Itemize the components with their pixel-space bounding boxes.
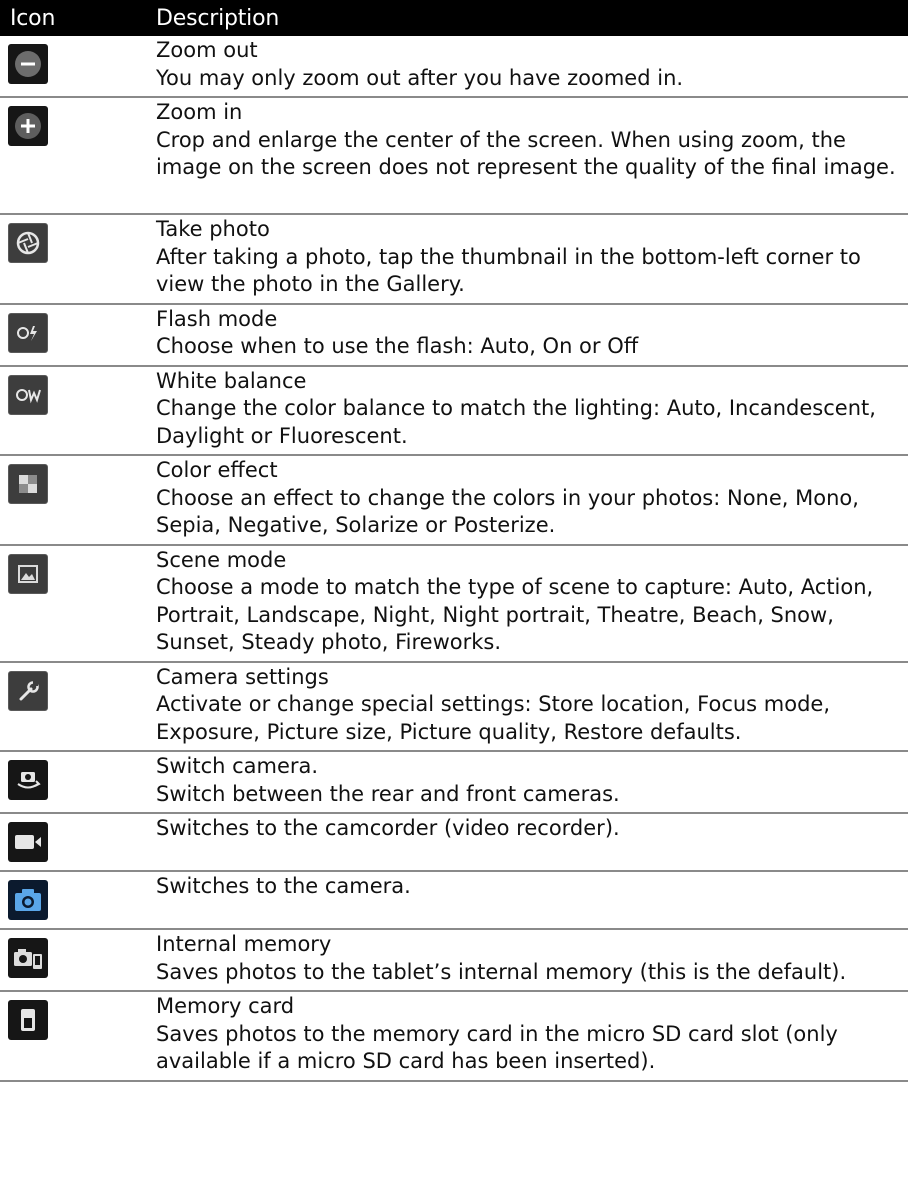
row-title: Color effect <box>156 458 278 482</box>
table-row: Take photo After taking a photo, tap the… <box>0 214 908 305</box>
description-cell: Scene mode Choose a mode to match the ty… <box>150 544 908 663</box>
row-title: Switch camera. <box>156 754 319 778</box>
description-cell: Switches to the camera. <box>150 871 908 930</box>
wrench-icon <box>8 670 48 711</box>
icon-cell <box>0 36 150 98</box>
icon-cell <box>0 365 150 456</box>
description-cell: Switch camera. Switch between the rear a… <box>150 751 908 814</box>
header-icon: Icon <box>0 0 150 36</box>
table-row: Switches to the camera. <box>0 871 908 930</box>
internal-memory-icon <box>8 938 48 978</box>
row-text: Change the color balance to match the li… <box>156 396 876 448</box>
icon-cell <box>0 929 150 992</box>
icon-cell <box>0 303 150 367</box>
icon-cell <box>0 455 150 546</box>
table-row: Color effect Choose an effect to change … <box>0 455 908 546</box>
icon-cell <box>0 813 150 872</box>
camera-icon <box>8 880 48 920</box>
table-row: Memory card Saves photos to the memory c… <box>0 991 908 1082</box>
memory-card-icon <box>8 1000 48 1040</box>
icon-description-table: Icon Description Zoom out You may only z… <box>0 0 908 1082</box>
row-text: Crop and enlarge the center of the scree… <box>156 127 896 180</box>
icon-cell <box>0 991 150 1082</box>
row-text: Choose an effect to change the colors in… <box>156 485 859 538</box>
row-text: After taking a photo, tap the thumbnail … <box>156 244 861 297</box>
table-row: Switch camera. Switch between the rear a… <box>0 751 908 814</box>
camcorder-icon <box>8 822 48 862</box>
description-cell: Take photo After taking a photo, tap the… <box>150 214 908 305</box>
table-header-row: Icon Description <box>0 0 908 36</box>
flash-icon <box>8 312 48 353</box>
row-text: Switch between the rear and front camera… <box>156 781 620 806</box>
zoom-out-icon <box>8 44 48 84</box>
header-description: Description <box>150 0 908 36</box>
row-title: Take photo <box>156 217 270 241</box>
row-text: Choose when to use the flash: Auto, On o… <box>156 334 639 358</box>
table-row: White balance Change the color balance t… <box>0 365 908 456</box>
row-text: Saves photos to the tablet’s internal me… <box>156 959 847 984</box>
white-balance-icon <box>8 374 48 415</box>
row-text: Saves photos to the memory card in the m… <box>156 1021 838 1074</box>
icon-cell <box>0 544 150 663</box>
color-effect-icon <box>8 464 48 504</box>
shutter-icon <box>8 223 48 263</box>
table-row: Zoom in Crop and enlarge the center of t… <box>0 97 908 215</box>
row-text: Choose a mode to match the type of scene… <box>156 575 874 654</box>
row-title: Switches to the camcorder (video recorde… <box>156 816 620 840</box>
scene-mode-icon <box>8 553 48 594</box>
icon-cell <box>0 97 150 215</box>
description-cell: Zoom out You may only zoom out after you… <box>150 36 908 98</box>
row-title: Flash mode <box>156 306 278 331</box>
zoom-in-icon <box>8 106 48 146</box>
row-title: White balance <box>156 368 307 393</box>
icon-cell <box>0 871 150 930</box>
row-title: Zoom in <box>156 100 243 124</box>
row-title: Zoom out <box>156 38 258 62</box>
icon-cell <box>0 751 150 814</box>
row-text: Activate or change special settings: Sto… <box>156 692 831 744</box>
icon-cell <box>0 214 150 305</box>
table-row: Switches to the camcorder (video recorde… <box>0 813 908 872</box>
switch-camera-icon <box>8 760 48 800</box>
table-row: Zoom out You may only zoom out after you… <box>0 36 908 98</box>
description-cell: Zoom in Crop and enlarge the center of t… <box>150 97 908 215</box>
description-cell: Memory card Saves photos to the memory c… <box>150 991 908 1082</box>
row-title: Memory card <box>156 994 295 1018</box>
description-cell: Color effect Choose an effect to change … <box>150 455 908 546</box>
row-text: You may only zoom out after you have zoo… <box>156 65 684 90</box>
table-row: Scene mode Choose a mode to match the ty… <box>0 544 908 663</box>
row-title: Camera settings <box>156 664 329 689</box>
icon-cell <box>0 661 150 752</box>
table-row: Flash mode Choose when to use the flash:… <box>0 303 908 367</box>
row-title: Internal memory <box>156 932 332 956</box>
description-cell: Switches to the camcorder (video recorde… <box>150 813 908 872</box>
description-cell: Flash mode Choose when to use the flash:… <box>150 303 908 367</box>
row-title: Switches to the camera. <box>156 874 411 898</box>
table-row: Internal memory Saves photos to the tabl… <box>0 929 908 992</box>
description-cell: Internal memory Saves photos to the tabl… <box>150 929 908 992</box>
table-row: Camera settings Activate or change speci… <box>0 661 908 752</box>
row-title: Scene mode <box>156 547 287 572</box>
description-cell: Camera settings Activate or change speci… <box>150 661 908 752</box>
description-cell: White balance Change the color balance t… <box>150 365 908 456</box>
